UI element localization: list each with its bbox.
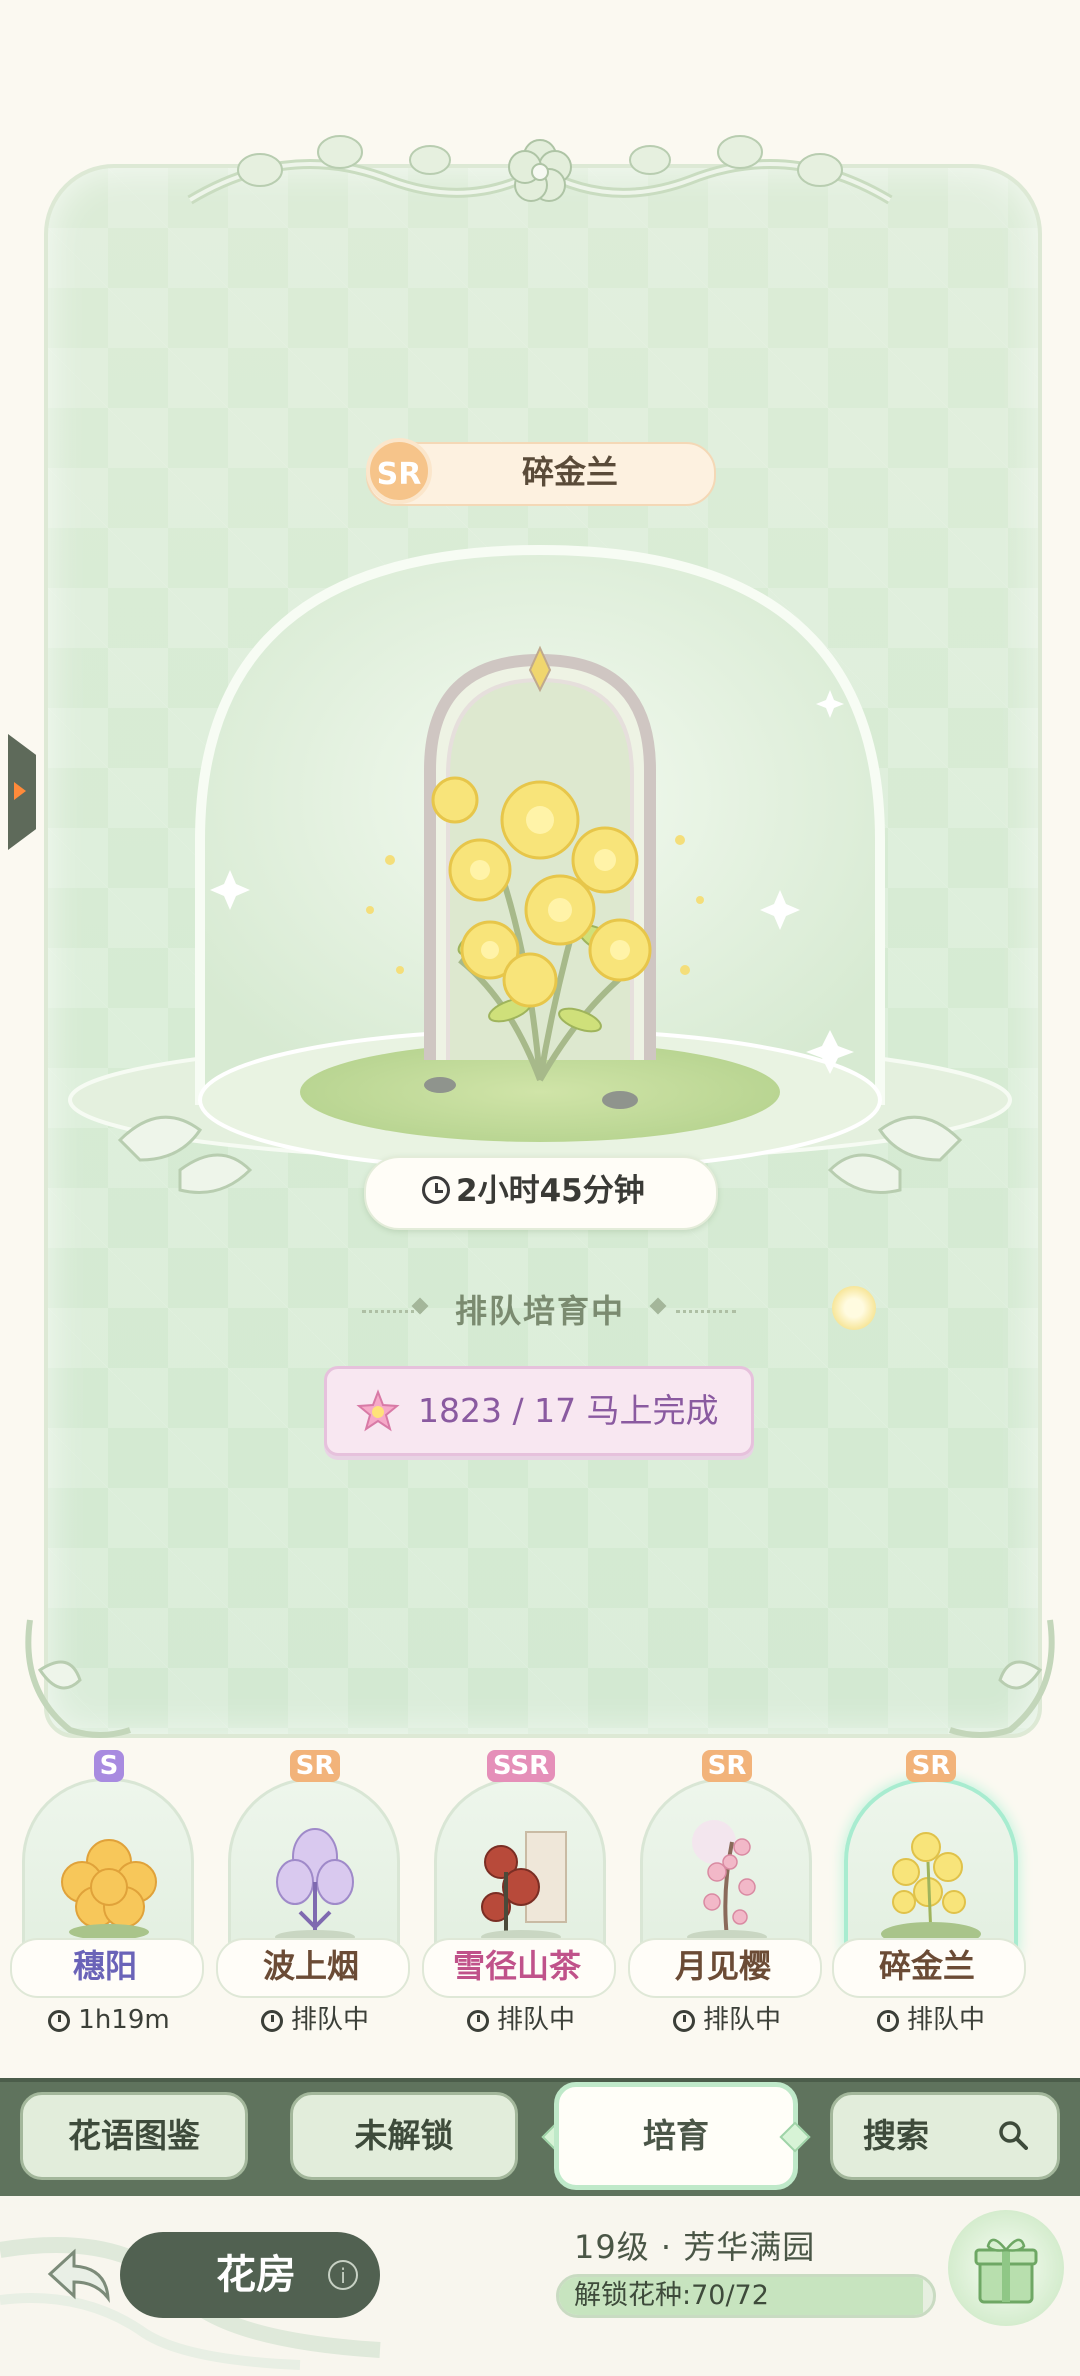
vine-corner-right xyxy=(949,1619,1055,1738)
tab-catalog[interactable]: 花语图鉴 xyxy=(20,2092,248,2180)
back-arrow-icon[interactable] xyxy=(44,2244,114,2304)
yellow-orchid-icon xyxy=(881,1832,981,1946)
card-name: 碎金兰 xyxy=(878,1947,975,1985)
gift-button[interactable] xyxy=(948,2210,1064,2326)
clock-icon xyxy=(466,2010,489,2032)
house-label: 花房 xyxy=(216,2252,296,2298)
flower-card-yuejianying[interactable]: SR 月见樱 排队中 xyxy=(628,1750,822,2052)
rarity-tag: SR xyxy=(836,1750,1026,1782)
glass-dome-flower xyxy=(68,544,1012,1194)
card-status: 排队中 xyxy=(220,2000,410,2040)
card-status: 排队中 xyxy=(426,2000,616,2040)
violet-flower-icon xyxy=(275,1828,355,1944)
garden-level: 19级 · 芳华满园 xyxy=(574,2228,816,2266)
info-icon[interactable]: i xyxy=(328,2260,358,2290)
search-icon xyxy=(999,2121,1028,2150)
clock-icon xyxy=(260,2010,283,2032)
card-name: 穗阳 xyxy=(72,1947,137,1985)
flower-card-suijinlan[interactable]: SR 碎金兰 排队中 xyxy=(832,1750,1026,2052)
tab-locked[interactable]: 未解锁 xyxy=(290,2092,518,2180)
clock-icon xyxy=(48,2010,71,2032)
rarity-tag: SR xyxy=(632,1750,822,1782)
clock-icon xyxy=(672,2010,695,2032)
vine-crown-ornament xyxy=(187,135,893,205)
rarity-tag: SSR xyxy=(426,1750,616,1782)
rarity-badge: SR xyxy=(366,438,432,504)
golden-bloom-icon xyxy=(61,1839,157,1940)
card-name: 波上烟 xyxy=(262,1947,359,1985)
clock-icon xyxy=(422,1176,450,1204)
divider-right xyxy=(676,1310,736,1315)
card-name: 雪径山茶 xyxy=(452,1947,581,1985)
rarity-tag: S xyxy=(14,1750,204,1782)
tab-breeding[interactable]: 培育 xyxy=(554,2082,798,2190)
divider-left xyxy=(362,1310,422,1315)
unlock-count: 解锁花种:70/72 xyxy=(574,2280,769,2311)
camellia-icon xyxy=(481,1831,567,1944)
flower-card-xuejingshancha[interactable]: SSR 雪径山茶 排队中 xyxy=(422,1750,616,2052)
star-currency-icon xyxy=(356,1389,400,1432)
queue-status: 排队培育中 xyxy=(454,1292,625,1330)
flower-card-boshangyan[interactable]: SR 波上烟 排队中 xyxy=(216,1750,410,2052)
finish-now-label: 1823 / 17 马上完成 xyxy=(418,1391,719,1430)
side-drawer-tab[interactable] xyxy=(8,734,36,850)
sparkle-sun-icon[interactable] xyxy=(832,1286,876,1330)
clock-icon xyxy=(876,2010,899,2032)
timer-text: 2小时45分钟 xyxy=(456,1173,645,1209)
flower-name: 碎金兰 xyxy=(521,453,618,491)
card-name: 月见樱 xyxy=(674,1947,771,1985)
flower-card-suiyang[interactable]: S 穗阳 1h19m xyxy=(10,1750,204,2052)
gift-icon xyxy=(974,2238,1038,2304)
card-status: 排队中 xyxy=(836,2000,1026,2040)
card-status: 排队中 xyxy=(632,2000,822,2040)
cherry-blossom-icon xyxy=(687,1820,767,1944)
vine-corner-left xyxy=(25,1619,131,1738)
card-status: 1h19m xyxy=(14,2000,204,2040)
rarity-tag: SR xyxy=(220,1750,410,1782)
